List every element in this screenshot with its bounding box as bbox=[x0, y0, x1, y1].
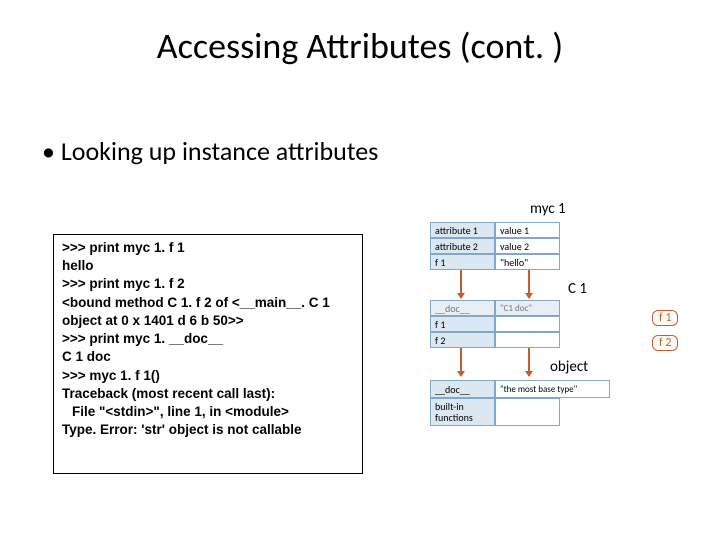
arrow-icon bbox=[528, 348, 530, 376]
object-label: object bbox=[550, 358, 588, 376]
arrow-icon bbox=[528, 270, 530, 298]
c1-doc-val: "C1 doc" bbox=[495, 300, 560, 316]
myc1-attr2-val: value 2 bbox=[495, 238, 560, 254]
bullet-text: Looking up instance attributes bbox=[42, 135, 378, 167]
code-line: Type. Error: 'str' object is not callabl… bbox=[62, 422, 301, 437]
myc1-label: myc 1 bbox=[530, 200, 566, 218]
c1-f2-val bbox=[495, 332, 560, 348]
code-line: C 1 doc bbox=[62, 349, 111, 364]
code-line: >>> print myc 1. f 1 bbox=[62, 240, 185, 255]
code-line: >>> print myc 1. f 2 bbox=[62, 276, 185, 291]
code-line: >>> myc 1. f 1() bbox=[62, 368, 160, 383]
myc1-f1-key: f 1 bbox=[430, 254, 495, 270]
myc1-attr1-val: value 1 bbox=[495, 222, 560, 238]
object-builtins-key: built-in functions bbox=[430, 398, 495, 426]
class-diagram: myc 1 attribute 1 value 1 attribute 2 va… bbox=[400, 200, 700, 520]
code-line: hello bbox=[62, 258, 94, 273]
object-doc-val: "the most base type" bbox=[495, 380, 610, 398]
code-block: >>> print myc 1. f 1 hello >>> print myc… bbox=[53, 234, 363, 474]
code-line: File "<stdin>", line 1, in <module> bbox=[62, 403, 289, 421]
f1-pill: f 1 bbox=[652, 310, 678, 326]
f2-pill: f 2 bbox=[652, 335, 678, 351]
myc1-f1-val: "hello" bbox=[495, 254, 560, 270]
code-line: >>> print myc 1. __doc__ bbox=[62, 331, 223, 346]
object-builtins-val bbox=[495, 398, 560, 426]
arrow-icon bbox=[460, 348, 462, 376]
code-line: <bound method C 1. f 2 of <__main__. C 1… bbox=[62, 295, 334, 328]
object-doc-key: __doc__ bbox=[430, 380, 495, 398]
c1-label: C 1 bbox=[568, 280, 587, 298]
myc1-attr1-key: attribute 1 bbox=[430, 222, 495, 238]
c1-doc-key: __doc__ bbox=[430, 300, 495, 316]
arrow-icon bbox=[460, 270, 462, 298]
c1-f2-key: f 2 bbox=[430, 332, 495, 348]
c1-f1-val bbox=[495, 316, 560, 332]
myc1-attr2-key: attribute 2 bbox=[430, 238, 495, 254]
code-line: Traceback (most recent call last): bbox=[62, 386, 275, 401]
slide: Accessing Attributes (cont. ) Looking up… bbox=[0, 0, 720, 540]
c1-f1-key: f 1 bbox=[430, 316, 495, 332]
slide-title: Accessing Attributes (cont. ) bbox=[0, 24, 720, 68]
